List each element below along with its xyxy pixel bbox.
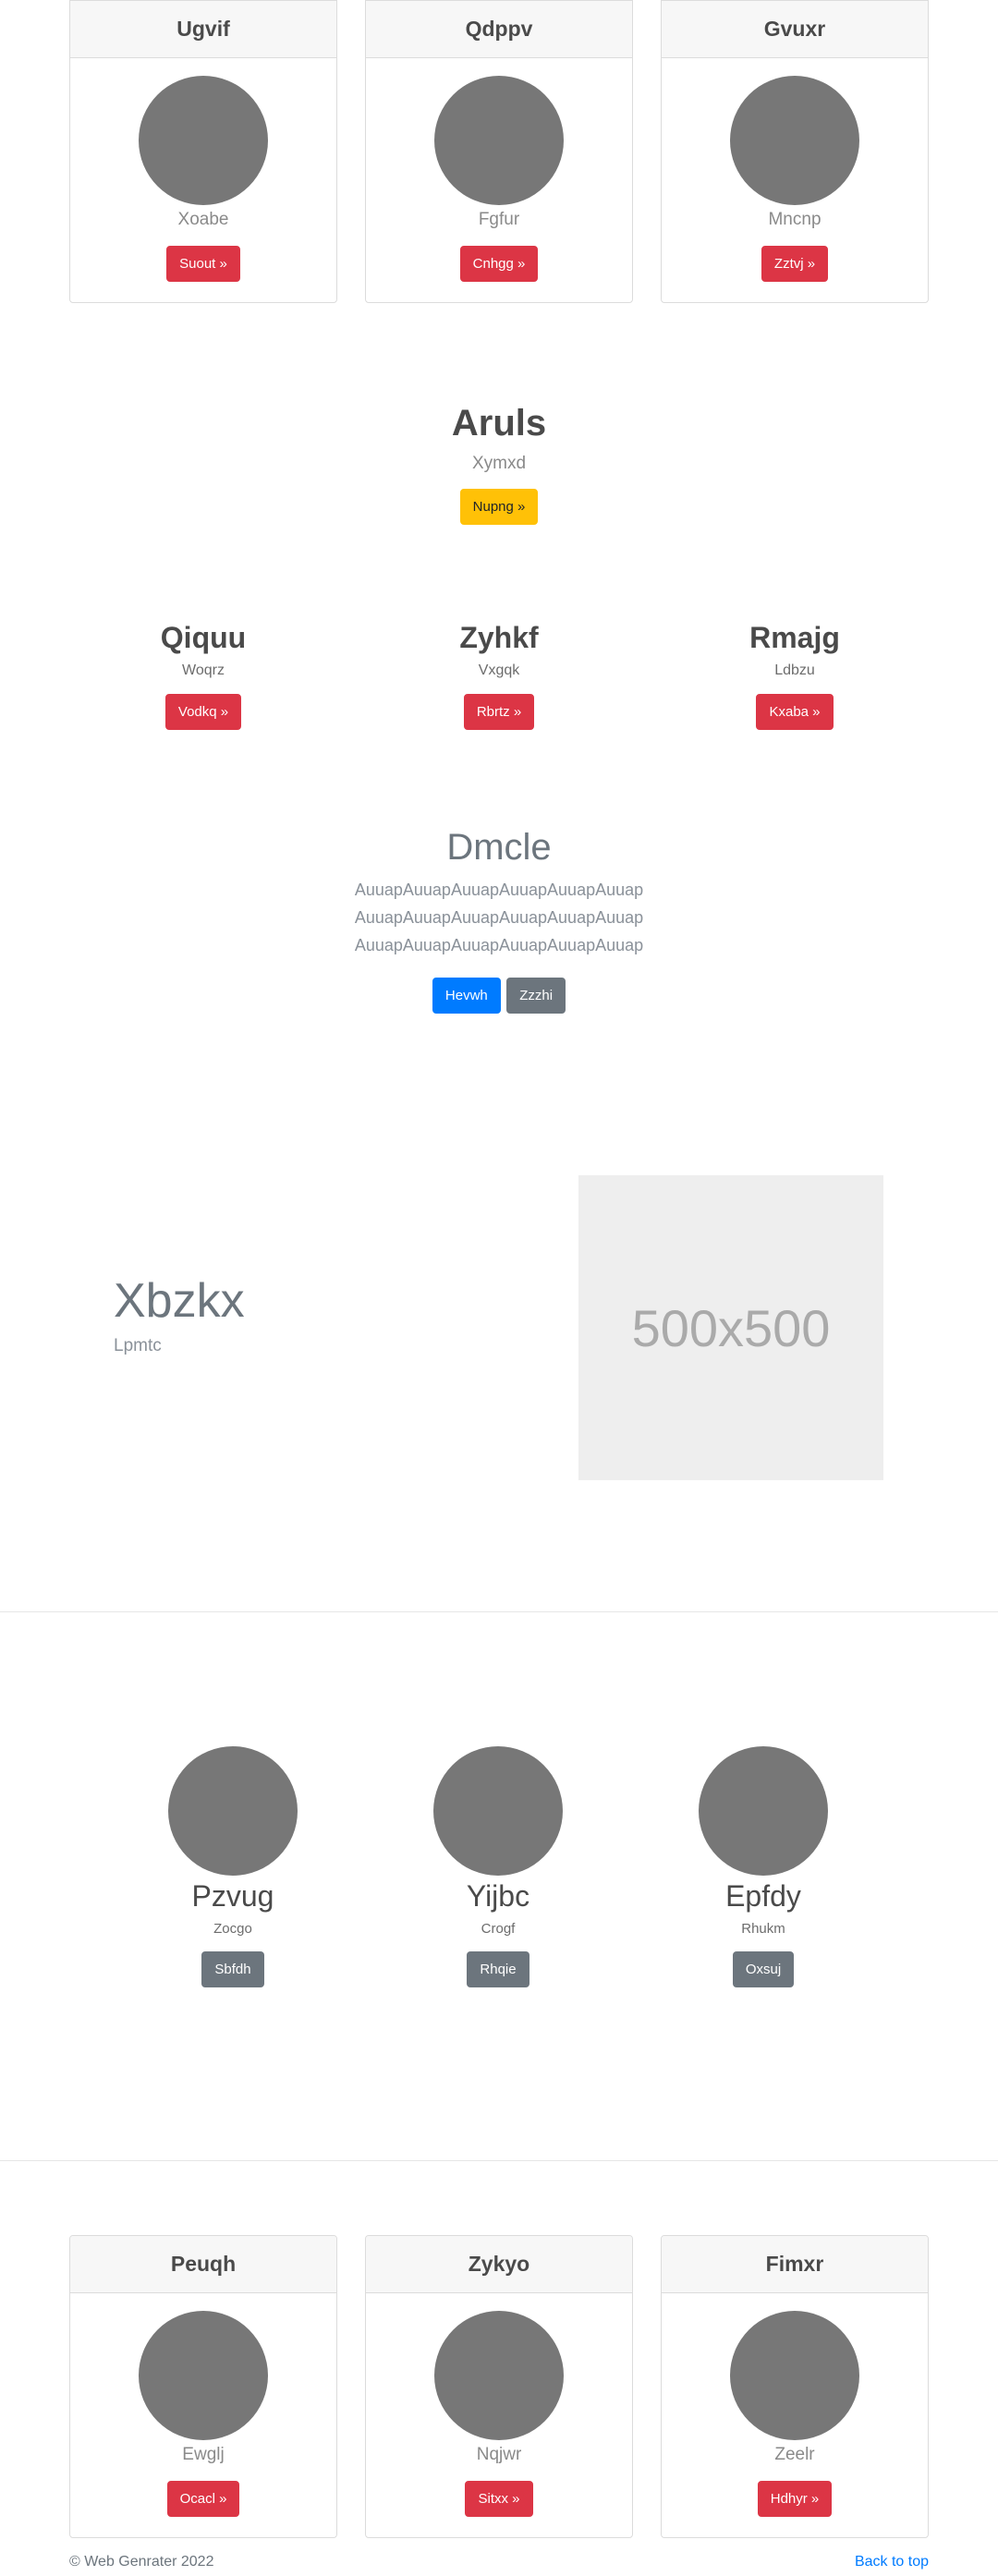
card-subtitle: Xoabe <box>177 210 229 229</box>
section-divider <box>0 1611 998 1612</box>
circle-feature-title: Pzvug <box>191 1879 274 1913</box>
column-button[interactable]: Vodkq » <box>164 694 242 730</box>
avatar-placeholder <box>699 1746 828 1876</box>
hero-subtitle: Xymxd <box>471 454 527 473</box>
card: Qdppv Fgfur Cnhgg » <box>365 0 633 303</box>
column-title: Qiquu <box>160 621 247 654</box>
circle-feature-button[interactable]: Oxsuj <box>732 1951 795 1987</box>
column-title: Zyhkf <box>459 621 539 654</box>
column-button[interactable]: Kxaba » <box>756 694 834 730</box>
card-subtitle: Nqjwr <box>476 2445 522 2464</box>
jumbotron-primary-button[interactable]: Hevwh <box>432 978 501 1014</box>
feature-subtitle: Lpmtc <box>114 1336 162 1355</box>
top-card-row: Ugvif Xoabe Suout » Qdppv Fgfur Cnhgg » … <box>69 0 929 303</box>
jumbotron-text-line: AuuapAuuapAuuapAuuapAuuapAuuap <box>354 936 644 954</box>
feature-column: Zyhkf Vxgqk Rbrtz » <box>351 621 647 730</box>
circle-feature-button[interactable]: Sbfdh <box>201 1951 264 1987</box>
avatar-placeholder <box>433 1746 563 1876</box>
feature-title: Xbzkx <box>114 1274 245 1328</box>
column-subtitle: Woqrz <box>182 662 225 678</box>
card: Peuqh Ewglj Ocacl » <box>69 2235 337 2538</box>
card-header: Qdppv <box>366 1 632 58</box>
hero-section: Aruls Xymxd Nupng » <box>0 403 998 525</box>
card-header: Zykyo <box>366 2236 632 2293</box>
circle-feature: Pzvug Zocgo Sbfdh <box>140 1746 325 1987</box>
jumbotron-text-line: AuuapAuuapAuuapAuuapAuuapAuuap <box>354 908 644 927</box>
avatar-placeholder <box>434 76 564 205</box>
avatar-placeholder <box>730 76 859 205</box>
card-header: Fimxr <box>662 2236 928 2293</box>
card-subtitle: Fgfur <box>478 210 520 229</box>
placeholder-image: 500x500 <box>578 1175 883 1480</box>
circle-feature-subtitle: Rhukm <box>741 1921 785 1937</box>
column-subtitle: Vxgqk <box>478 662 520 678</box>
feature-columns: Qiquu Woqrz Vodkq » Zyhkf Vxgqk Rbrtz » … <box>0 621 998 730</box>
avatar-placeholder <box>434 2311 564 2440</box>
feature-column: Qiquu Woqrz Vodkq » <box>55 621 351 730</box>
column-button[interactable]: Rbrtz » <box>463 694 535 730</box>
circle-feature-title: Yijbc <box>466 1879 530 1913</box>
card-subtitle: Zeelr <box>774 2445 815 2464</box>
card-header: Peuqh <box>70 2236 336 2293</box>
card-header: Ugvif <box>70 1 336 58</box>
avatar-placeholder <box>139 2311 268 2440</box>
card-button[interactable]: Sitxx » <box>465 2481 533 2517</box>
circle-feature-subtitle: Zocgo <box>213 1921 252 1937</box>
card-header: Gvuxr <box>662 1 928 58</box>
circle-feature: Yijbc Crogf Rhqie <box>406 1746 590 1987</box>
jumbotron-text-line: AuuapAuuapAuuapAuuapAuuapAuuap <box>354 881 644 899</box>
circle-feature-title: Epfdy <box>725 1879 801 1913</box>
feature-text-block: Xbzkx Lpmtc <box>114 1273 245 1356</box>
card: Zykyo Nqjwr Sitxx » <box>365 2235 633 2538</box>
jumbotron-secondary-button[interactable]: Zzzhi <box>506 978 566 1014</box>
hero-title: Aruls <box>451 403 547 444</box>
avatar-placeholder <box>168 1746 298 1876</box>
card-button[interactable]: Suout » <box>166 246 240 282</box>
column-title: Rmajg <box>749 621 840 654</box>
feature-column: Rmajg Ldbzu Kxaba » <box>647 621 943 730</box>
footer: © Web Genrater 2022 Back to top <box>69 2554 929 2570</box>
back-to-top-link[interactable]: Back to top <box>855 2554 929 2570</box>
card-button[interactable]: Zztvj » <box>761 246 829 282</box>
card-button[interactable]: Ocacl » <box>166 2481 240 2517</box>
circle-feature-subtitle: Crogf <box>481 1921 516 1937</box>
avatar-placeholder <box>139 76 268 205</box>
avatar-placeholder <box>730 2311 859 2440</box>
card-button[interactable]: Hdhyr » <box>757 2481 833 2517</box>
card: Ugvif Xoabe Suout » <box>69 0 337 303</box>
hero-button[interactable]: Nupng » <box>459 489 539 525</box>
card-subtitle: Mncnp <box>768 210 822 229</box>
card: Fimxr Zeelr Hdhyr » <box>661 2235 929 2538</box>
bottom-card-row: Peuqh Ewglj Ocacl » Zykyo Nqjwr Sitxx » … <box>69 2235 929 2538</box>
circle-feature-button[interactable]: Rhqie <box>467 1951 529 1987</box>
footer-copyright: © Web Genrater 2022 <box>69 2554 214 2570</box>
card: Gvuxr Mncnp Zztvj » <box>661 0 929 303</box>
card-subtitle: Ewglj <box>182 2445 225 2464</box>
jumbotron-title: Dmcle <box>446 827 552 868</box>
circle-feature: Epfdy Rhukm Oxsuj <box>671 1746 856 1987</box>
placeholder-image-label: 500x500 <box>631 1298 831 1357</box>
column-subtitle: Ldbzu <box>774 662 815 678</box>
card-button[interactable]: Cnhgg » <box>459 246 539 282</box>
jumbotron: Dmcle AuuapAuuapAuuapAuuapAuuapAuuap Auu… <box>0 827 998 1014</box>
section-divider <box>0 2160 998 2161</box>
